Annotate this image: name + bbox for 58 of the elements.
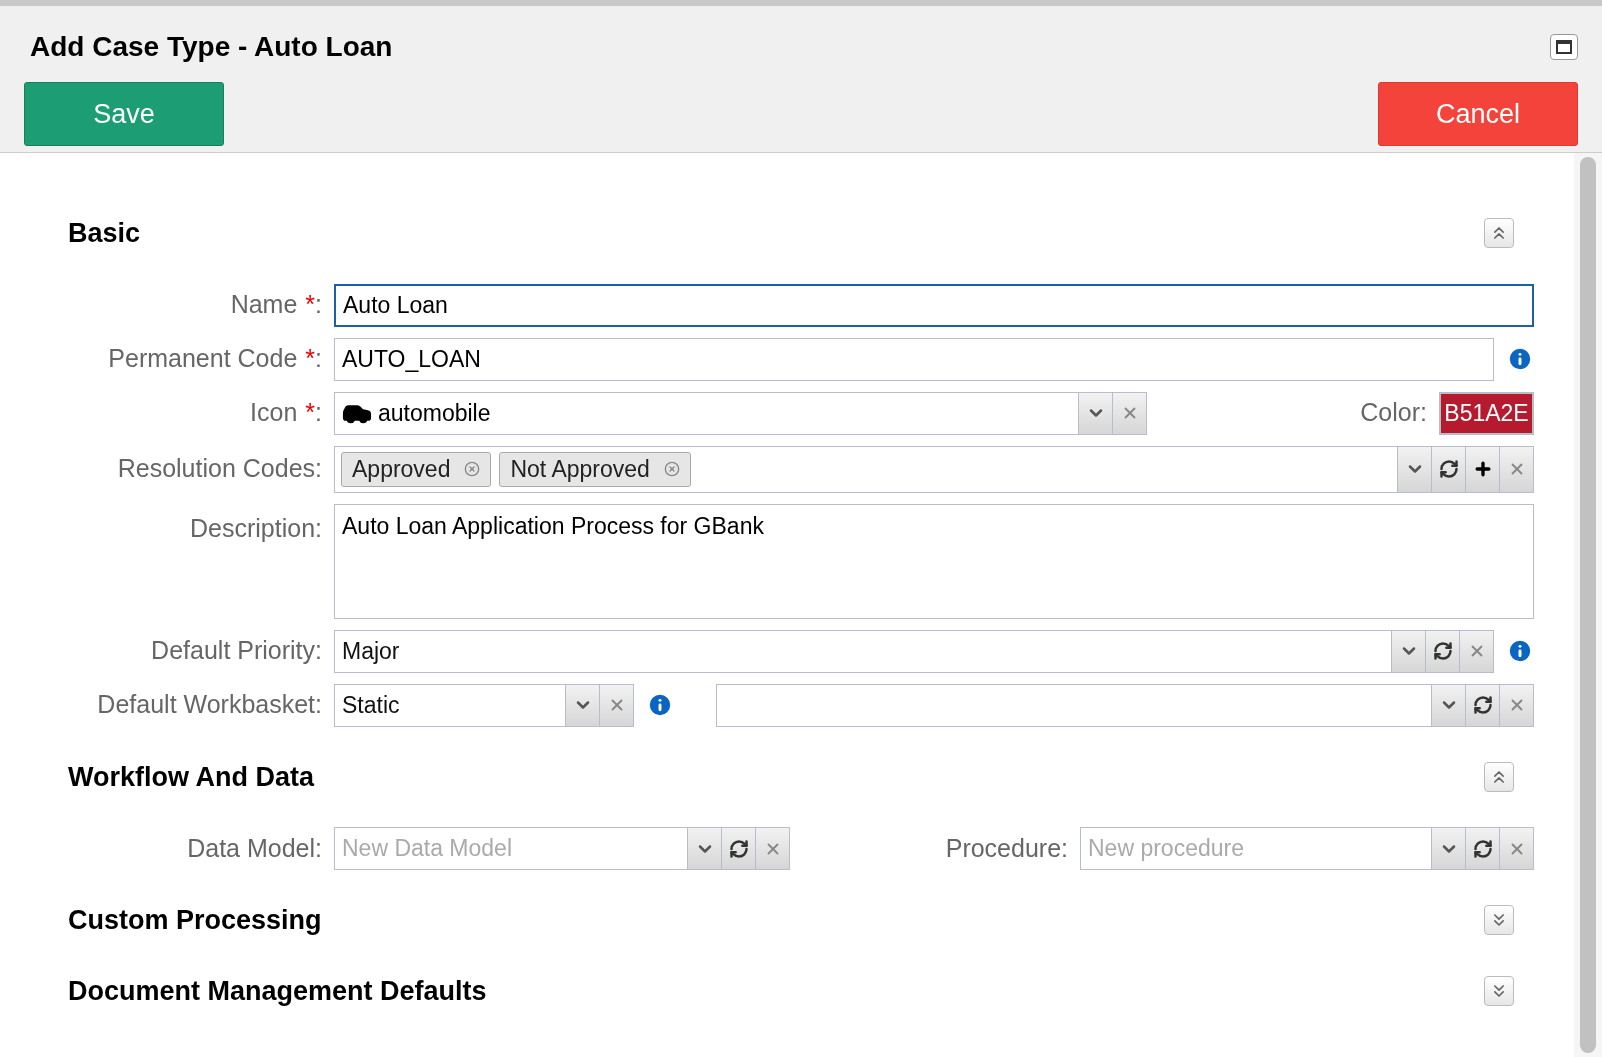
section-heading: Document Management Defaults: [68, 974, 487, 1008]
refresh-button[interactable]: [1425, 630, 1459, 672]
field-label: Icon *:: [250, 397, 322, 429]
refresh-icon: [1432, 641, 1453, 661]
maximize-icon[interactable]: [1550, 34, 1578, 60]
collapse-toggle[interactable]: [1484, 905, 1514, 936]
collapse-toggle[interactable]: [1484, 761, 1514, 792]
refresh-icon: [1472, 695, 1493, 715]
refresh-button[interactable]: [721, 828, 755, 869]
section-heading: Workflow And Data: [68, 760, 314, 794]
section-heading: Custom Processing: [68, 904, 322, 937]
info-icon[interactable]: [646, 691, 674, 719]
dropdown-button[interactable]: [1431, 828, 1465, 869]
field-label: Resolution Codes:: [117, 453, 322, 485]
select-field[interactable]: automobile: [334, 391, 1147, 435]
collapse-toggle[interactable]: [1484, 975, 1514, 1006]
info-icon[interactable]: [1506, 637, 1534, 665]
refresh-button[interactable]: [1465, 684, 1499, 726]
field-label: Default Priority:: [151, 635, 322, 667]
scrollbar[interactable]: [1574, 153, 1602, 1057]
select-field[interactable]: [716, 683, 1534, 727]
field-label: Description:: [190, 512, 322, 544]
color-swatch[interactable]: B51A2E: [1439, 391, 1534, 435]
description-field[interactable]: Auto Loan Application Process for GBank: [334, 503, 1534, 619]
dropdown-button[interactable]: [1078, 392, 1112, 434]
select-field[interactable]: Static: [334, 683, 634, 727]
dropdown-button[interactable]: [1397, 446, 1431, 492]
tag-chip[interactable]: Not Approved: [499, 451, 691, 487]
text-field[interactable]: AUTO_LOAN: [334, 337, 1494, 381]
tag-chip[interactable]: Approved: [341, 451, 492, 487]
window-title: Add Case Type - Auto Loan: [30, 30, 393, 64]
text-field[interactable]: Auto Loan: [334, 283, 1534, 327]
field-label: Default Workbasket:: [97, 689, 322, 721]
field-label: Data Model:: [187, 832, 322, 864]
remove-icon[interactable]: [663, 461, 680, 477]
refresh-button[interactable]: [1465, 828, 1499, 869]
remove-icon[interactable]: [464, 461, 481, 477]
section-heading: Basic: [68, 217, 141, 250]
clear-button[interactable]: [1112, 392, 1146, 434]
refresh-button[interactable]: [1431, 446, 1465, 492]
dropdown-button[interactable]: [565, 684, 599, 726]
select-field[interactable]: Major: [334, 629, 1494, 673]
collapse-toggle[interactable]: [1484, 218, 1514, 249]
color-label: Color:: [1360, 397, 1427, 429]
dropdown-button[interactable]: [1431, 684, 1465, 726]
field-label: Permanent Code *:: [108, 343, 322, 375]
clear-button[interactable]: [599, 684, 633, 726]
refresh-icon: [728, 838, 749, 859]
info-icon[interactable]: [1506, 345, 1534, 373]
dropdown-button[interactable]: [687, 828, 721, 869]
tag-field[interactable]: Approved Not Approved: [334, 445, 1534, 493]
cancel-button[interactable]: Cancel: [1378, 82, 1578, 146]
dropdown-button[interactable]: [1391, 630, 1425, 672]
field-label: Name *:: [230, 289, 322, 321]
refresh-icon: [1438, 459, 1459, 479]
add-button[interactable]: [1465, 446, 1499, 492]
refresh-icon: [1472, 838, 1493, 859]
field-label: Procedure:: [945, 832, 1068, 864]
